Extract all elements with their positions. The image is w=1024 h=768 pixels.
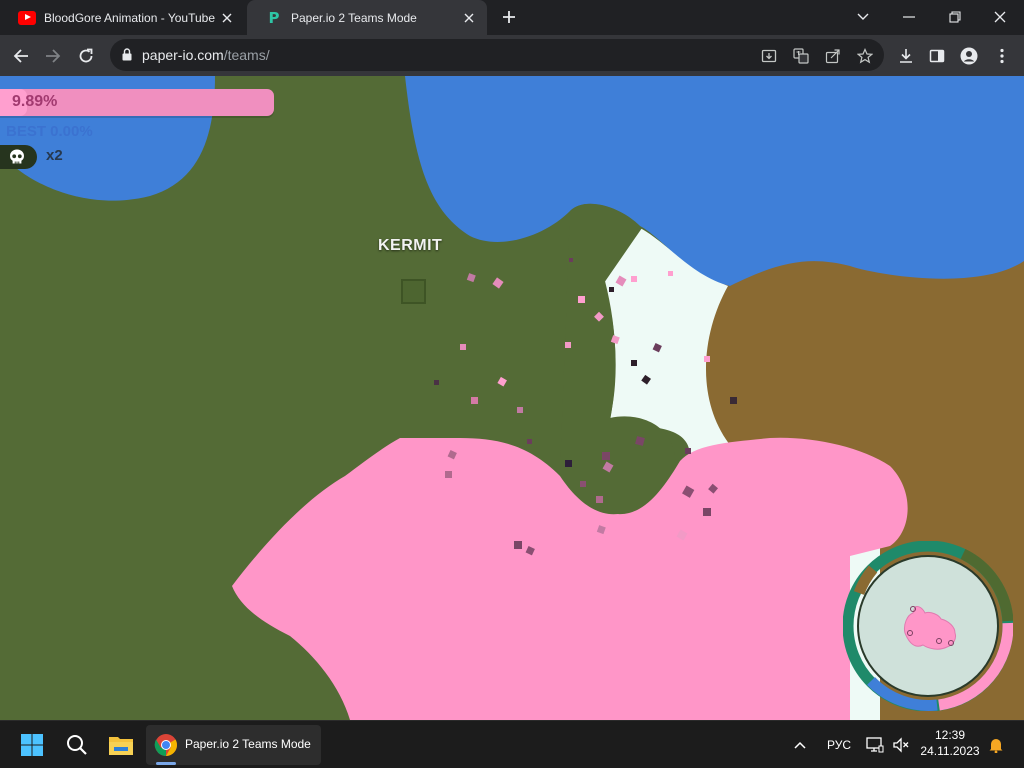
system-clock[interactable]: 12:39 24.11.2023 (918, 727, 982, 759)
reload-button[interactable] (73, 43, 99, 69)
menu-icon[interactable] (989, 43, 1015, 69)
taskbar-app-label: Paper.io 2 Teams Mode (185, 737, 311, 751)
close-window-button[interactable] (985, 3, 1015, 31)
player-name-label: KERMIT (378, 237, 443, 254)
browser-toolbar: paper-io.com/teams/ (0, 35, 1024, 76)
active-indicator (156, 762, 176, 765)
side-panel-icon[interactable] (924, 43, 950, 69)
start-icon[interactable] (14, 727, 50, 763)
skull-icon (10, 149, 24, 164)
tab-title: Paper.io 2 Teams Mode (291, 10, 417, 25)
install-app-icon[interactable] (758, 45, 780, 67)
back-button[interactable] (8, 43, 34, 69)
address-bar[interactable]: paper-io.com/teams/ (110, 39, 884, 71)
profile-icon[interactable] (956, 43, 982, 69)
url-path: /teams/ (223, 47, 270, 63)
minimize-button[interactable] (894, 3, 924, 31)
game-canvas[interactable]: 9.89% BEST 0.00% x2 KERMIT (0, 76, 1024, 720)
search-icon[interactable] (59, 727, 95, 763)
close-tab-icon[interactable] (219, 10, 235, 26)
territory-percent: 9.89% (12, 93, 58, 110)
taskbar-chrome-app[interactable]: Paper.io 2 Teams Mode (146, 725, 321, 765)
volume-muted-icon[interactable] (890, 733, 912, 757)
translate-icon[interactable] (790, 45, 812, 67)
display-icon[interactable] (864, 733, 886, 757)
forward-button[interactable] (40, 43, 66, 69)
territory-progress-bar: 9.89% (0, 89, 274, 116)
clock-date: 24.11.2023 (920, 744, 980, 758)
kill-count: x2 (46, 147, 63, 164)
kills-badge (0, 145, 37, 169)
youtube-icon (18, 10, 36, 25)
tab-paperio[interactable]: P Paper.io 2 Teams Mode (247, 0, 487, 35)
minimap (843, 541, 1013, 711)
downloads-icon[interactable] (893, 43, 919, 69)
bookmark-star-icon[interactable] (854, 45, 876, 67)
paperio-icon: P (268, 8, 280, 27)
tab-youtube[interactable]: BloodGore Animation - YouTube (0, 0, 245, 35)
lock-icon[interactable] (122, 48, 132, 66)
restore-button[interactable] (940, 3, 970, 31)
best-score: BEST 0.00% (6, 123, 93, 140)
chrome-icon (154, 734, 177, 756)
notification-bell-icon[interactable] (986, 733, 1006, 757)
tab-search-icon[interactable] (848, 3, 878, 31)
chevron-up-icon[interactable] (790, 733, 810, 757)
share-icon[interactable] (822, 45, 844, 67)
url-host: paper-io.com (142, 47, 224, 63)
language-indicator[interactable]: РУС (824, 733, 854, 757)
new-tab-button[interactable] (498, 6, 520, 28)
file-explorer-icon[interactable] (103, 727, 139, 763)
close-tab-icon[interactable] (461, 10, 477, 26)
player-square (401, 279, 426, 304)
tab-strip: BloodGore Animation - YouTube P Paper.io… (0, 0, 1024, 35)
clock-time: 12:39 (934, 728, 966, 742)
windows-taskbar: Paper.io 2 Teams Mode РУС 12:39 24.11.20… (0, 720, 1024, 768)
tab-title: BloodGore Animation - YouTube (44, 10, 216, 25)
